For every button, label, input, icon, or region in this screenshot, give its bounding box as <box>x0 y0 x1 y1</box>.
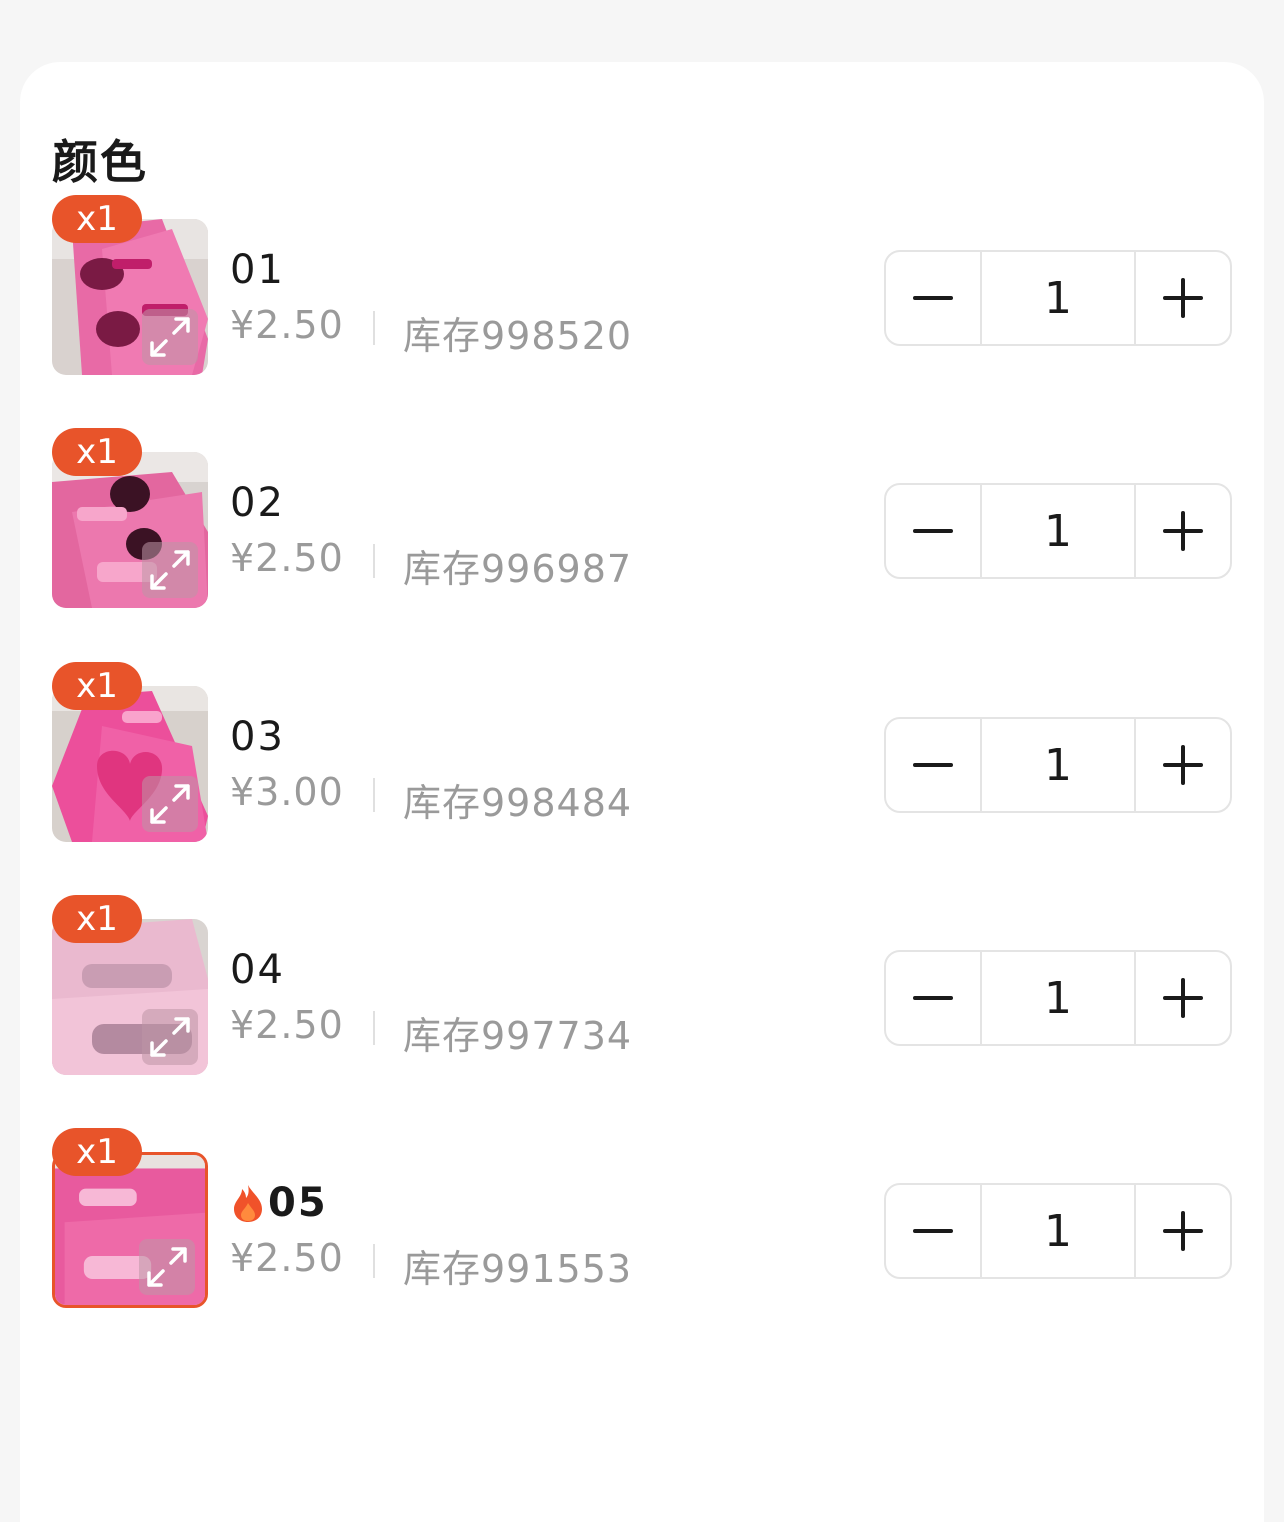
quantity-stepper: 1 <box>884 483 1232 579</box>
sku-stock: 库存998520 <box>403 314 633 358</box>
divider <box>373 1244 375 1278</box>
increment-button[interactable] <box>1136 252 1230 344</box>
decrement-button[interactable] <box>886 719 980 811</box>
quantity-value[interactable]: 1 <box>980 1185 1136 1277</box>
quantity-badge: x1 <box>52 895 142 943</box>
quantity-badge: x1 <box>52 662 142 710</box>
quantity-stepper: 1 <box>884 1183 1232 1279</box>
sku-name: 03 <box>230 714 285 760</box>
minus-icon <box>913 996 953 1000</box>
increment-button[interactable] <box>1136 1185 1230 1277</box>
quantity-value[interactable]: 1 <box>980 485 1136 577</box>
sku-name: 01 <box>230 247 285 293</box>
increment-button[interactable] <box>1136 952 1230 1044</box>
minus-icon <box>913 1229 953 1233</box>
quantity-stepper: 1 <box>884 950 1232 1046</box>
quantity-badge: x1 <box>52 428 142 476</box>
expand-icon[interactable] <box>142 1009 198 1065</box>
sku-stock: 库存991553 <box>403 1247 633 1291</box>
decrement-button[interactable] <box>886 252 980 344</box>
section-title: 颜色 <box>52 135 148 189</box>
expand-icon[interactable] <box>142 309 198 365</box>
divider <box>373 778 375 812</box>
plus-icon <box>1163 745 1203 785</box>
decrement-button[interactable] <box>886 1185 980 1277</box>
decrement-button[interactable] <box>886 952 980 1044</box>
divider <box>373 1011 375 1045</box>
quantity-stepper: 1 <box>884 717 1232 813</box>
sku-price: ¥3.00 <box>230 770 344 814</box>
minus-icon <box>913 529 953 533</box>
increment-button[interactable] <box>1136 719 1230 811</box>
sku-name-hot: 05 <box>230 1180 328 1226</box>
sku-stock: 库存998484 <box>403 781 633 825</box>
plus-icon <box>1163 511 1203 551</box>
divider <box>373 544 375 578</box>
sku-stock: 库存996987 <box>403 547 633 591</box>
flame-icon <box>234 1185 262 1222</box>
divider <box>373 311 375 345</box>
quantity-value[interactable]: 1 <box>980 952 1136 1044</box>
sku-stock: 库存997734 <box>403 1014 633 1058</box>
quantity-badge: x1 <box>52 1128 142 1176</box>
plus-icon <box>1163 978 1203 1018</box>
expand-icon[interactable] <box>142 776 198 832</box>
quantity-badge: x1 <box>52 195 142 243</box>
sku-row: x1 05 ¥2.50 库存991553 1 <box>0 1128 1284 1312</box>
sku-row: x1 02 ¥2.50 库存996987 1 <box>0 428 1284 612</box>
quantity-value[interactable]: 1 <box>980 252 1136 344</box>
minus-icon <box>913 763 953 767</box>
sku-row: x1 03 ¥3.00 库存998484 1 <box>0 662 1284 846</box>
expand-icon[interactable] <box>142 542 198 598</box>
sku-name: 04 <box>230 947 285 993</box>
sku-price: ¥2.50 <box>230 1003 344 1047</box>
sku-name: 02 <box>230 480 285 526</box>
sku-name: 05 <box>268 1180 328 1226</box>
quantity-value[interactable]: 1 <box>980 719 1136 811</box>
sku-price: ¥2.50 <box>230 1236 344 1280</box>
plus-icon <box>1163 1211 1203 1251</box>
plus-icon <box>1163 278 1203 318</box>
sku-row: x1 04 ¥2.50 库存997734 1 <box>0 895 1284 1079</box>
sku-price: ¥2.50 <box>230 303 344 347</box>
sku-row: x1 01 ¥2.50 库存998520 1 <box>0 195 1284 379</box>
sku-price: ¥2.50 <box>230 536 344 580</box>
decrement-button[interactable] <box>886 485 980 577</box>
minus-icon <box>913 296 953 300</box>
increment-button[interactable] <box>1136 485 1230 577</box>
expand-icon[interactable] <box>139 1239 195 1295</box>
quantity-stepper: 1 <box>884 250 1232 346</box>
